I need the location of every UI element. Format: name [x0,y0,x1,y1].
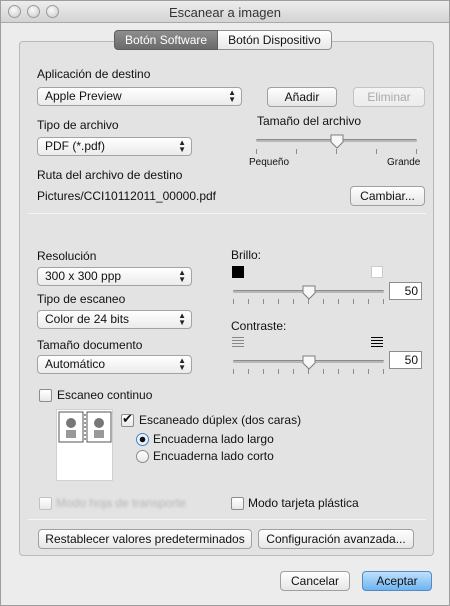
file-size-label: Tamaño del archivo [257,114,362,128]
section-divider [28,519,426,520]
continuous-scan-label: Escaneo continuo [57,388,153,402]
destination-app-label: Aplicación de destino [37,67,151,81]
duplex-checkbox[interactable] [121,412,134,427]
add-button[interactable]: Añadir [267,87,337,107]
long-edge-label: Encuaderna lado largo [153,432,274,446]
destination-app-value: Apple Preview [45,89,122,103]
brightness-label: Brillo: [231,248,262,262]
scan-type-label: Tipo de escaneo [37,292,126,306]
file-size-ticks [256,149,417,154]
document-size-select[interactable]: Automático ▲ ▼ [37,355,192,374]
short-edge-radio[interactable] [136,450,149,463]
popup-arrows-icon: ▲ ▼ [178,138,186,154]
file-type-value: PDF (*.pdf) [45,139,106,153]
destination-app-select[interactable]: Apple Preview ▲ ▼ [37,87,242,106]
contrast-value-field[interactable]: 50 [389,351,422,369]
plastic-card-checkbox[interactable] [231,497,244,510]
low-contrast-icon [232,337,244,348]
contrast-ticks [233,369,384,374]
tab-bar: Botón Software Botón Dispositivo [114,30,332,50]
popup-arrows-icon: ▲ ▼ [178,268,186,284]
file-size-slider-knob[interactable] [330,134,344,149]
light-swatch-icon [371,266,383,278]
remove-button[interactable]: Eliminar [353,87,425,107]
accept-button[interactable]: Aceptar [362,571,432,591]
resolution-select[interactable]: 300 x 300 ppp ▲ ▼ [37,267,192,286]
scan-type-value: Color de 24 bits [45,312,130,326]
carrier-sheet-label: Modo hoja de transporte [56,496,187,510]
continuous-scan-checkbox[interactable] [39,389,52,402]
resolution-label: Resolución [37,249,97,263]
duplex-label: Escaneado dúplex (dos caras) [139,413,302,427]
brightness-value-field[interactable]: 50 [389,282,422,300]
path-value: Pictures/CCI10112011_00000.pdf [37,189,217,203]
section-divider [28,213,426,214]
long-edge-radio[interactable] [136,433,149,446]
short-edge-label: Encuaderna lado corto [153,449,274,463]
window-title: Escanear a imagen [168,5,281,20]
settings-panel: Aplicación de destino Apple Preview ▲ ▼ A… [19,41,434,556]
tab-device-button[interactable]: Botón Dispositivo [218,30,332,50]
title-bar: Escanear a imagen [1,1,449,23]
scan-type-select[interactable]: Color de 24 bits ▲ ▼ [37,310,192,329]
duplex-preview-image [56,409,113,481]
advanced-settings-button[interactable]: Configuración avanzada... [258,529,414,549]
contrast-label: Contraste: [231,319,287,333]
tab-software-button[interactable]: Botón Software [114,30,219,50]
path-label: Ruta del archivo de destino [37,168,183,182]
resolution-value: 300 x 300 ppp [45,269,122,283]
reset-defaults-button[interactable]: Restablecer valores predeterminados [38,529,252,549]
popup-arrows-icon: ▲ ▼ [178,311,186,327]
duplex-pages-icon [58,411,112,443]
document-size-label: Tamaño documento [37,338,143,352]
cancel-button[interactable]: Cancelar [280,571,350,591]
contrast-slider-knob[interactable] [302,355,316,370]
file-size-min-label: Pequeño [249,157,290,168]
popup-arrows-icon: ▲ ▼ [228,88,236,104]
change-path-button[interactable]: Cambiar... [350,186,425,206]
brightness-slider-knob[interactable] [302,285,316,300]
file-size-max-label: Grande [387,157,421,168]
popup-arrows-icon: ▲ ▼ [178,356,186,372]
brightness-ticks [233,299,384,304]
high-contrast-icon [371,337,383,348]
file-type-select[interactable]: PDF (*.pdf) ▲ ▼ [37,137,192,156]
scan-to-image-window: Escanear a imagen Botón Software Botón D… [0,0,450,606]
carrier-sheet-checkbox[interactable] [39,497,52,510]
plastic-card-label: Modo tarjeta plástica [248,496,359,510]
dark-swatch-icon [232,266,244,278]
file-type-label: Tipo de archivo [37,118,119,132]
document-size-value: Automático [45,357,106,371]
